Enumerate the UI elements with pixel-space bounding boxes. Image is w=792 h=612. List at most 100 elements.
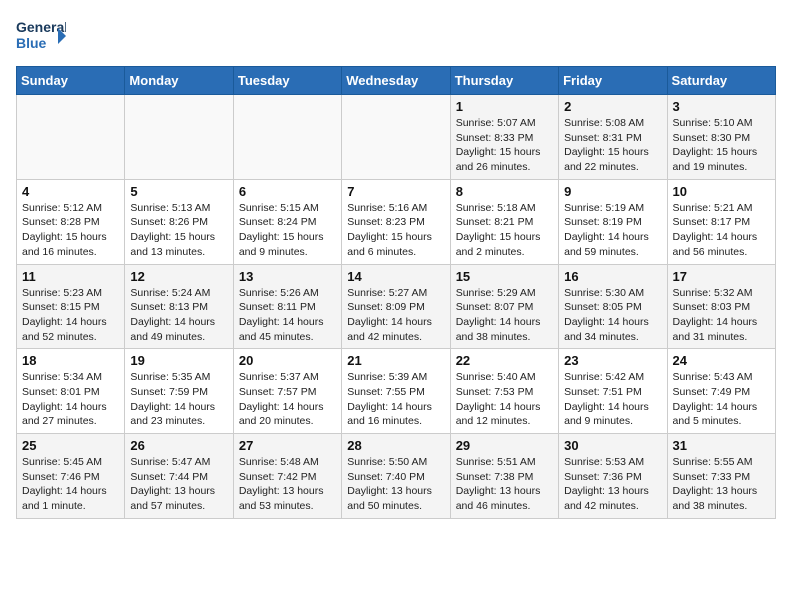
day-info: Sunrise: 5:21 AMSunset: 8:17 PMDaylight:… — [673, 201, 770, 260]
day-cell-10: 10 Sunrise: 5:21 AMSunset: 8:17 PMDayligh… — [667, 179, 775, 264]
day-number: 9 — [564, 184, 661, 199]
week-row-4: 18 Sunrise: 5:34 AMSunset: 8:01 PMDayligh… — [17, 349, 776, 434]
day-number: 4 — [22, 184, 119, 199]
day-info: Sunrise: 5:42 AMSunset: 7:51 PMDaylight:… — [564, 370, 661, 429]
day-number: 20 — [239, 353, 336, 368]
day-info: Sunrise: 5:45 AMSunset: 7:46 PMDaylight:… — [22, 455, 119, 514]
day-cell-7: 7 Sunrise: 5:16 AMSunset: 8:23 PMDaylight… — [342, 179, 450, 264]
week-row-3: 11 Sunrise: 5:23 AMSunset: 8:15 PMDayligh… — [17, 264, 776, 349]
day-info: Sunrise: 5:50 AMSunset: 7:40 PMDaylight:… — [347, 455, 444, 514]
day-cell-8: 8 Sunrise: 5:18 AMSunset: 8:21 PMDaylight… — [450, 179, 558, 264]
day-cell-18: 18 Sunrise: 5:34 AMSunset: 8:01 PMDayligh… — [17, 349, 125, 434]
week-row-2: 4 Sunrise: 5:12 AMSunset: 8:28 PMDaylight… — [17, 179, 776, 264]
day-cell-25: 25 Sunrise: 5:45 AMSunset: 7:46 PMDayligh… — [17, 434, 125, 519]
day-cell-28: 28 Sunrise: 5:50 AMSunset: 7:40 PMDayligh… — [342, 434, 450, 519]
day-info: Sunrise: 5:30 AMSunset: 8:05 PMDaylight:… — [564, 286, 661, 345]
day-info: Sunrise: 5:35 AMSunset: 7:59 PMDaylight:… — [130, 370, 227, 429]
day-info: Sunrise: 5:19 AMSunset: 8:19 PMDaylight:… — [564, 201, 661, 260]
day-cell-29: 29 Sunrise: 5:51 AMSunset: 7:38 PMDayligh… — [450, 434, 558, 519]
day-number: 2 — [564, 99, 661, 114]
day-header-wednesday: Wednesday — [342, 67, 450, 95]
day-info: Sunrise: 5:23 AMSunset: 8:15 PMDaylight:… — [22, 286, 119, 345]
day-cell-empty — [17, 95, 125, 180]
day-info: Sunrise: 5:07 AMSunset: 8:33 PMDaylight:… — [456, 116, 553, 175]
day-header-saturday: Saturday — [667, 67, 775, 95]
day-number: 25 — [22, 438, 119, 453]
day-cell-19: 19 Sunrise: 5:35 AMSunset: 7:59 PMDayligh… — [125, 349, 233, 434]
day-number: 30 — [564, 438, 661, 453]
day-number: 19 — [130, 353, 227, 368]
day-number: 1 — [456, 99, 553, 114]
day-header-tuesday: Tuesday — [233, 67, 341, 95]
day-info: Sunrise: 5:32 AMSunset: 8:03 PMDaylight:… — [673, 286, 770, 345]
day-number: 24 — [673, 353, 770, 368]
day-cell-17: 17Sunrise: 5:32 AMSunset: 8:03 PMDayligh… — [667, 264, 775, 349]
day-cell-4: 4 Sunrise: 5:12 AMSunset: 8:28 PMDaylight… — [17, 179, 125, 264]
day-number: 6 — [239, 184, 336, 199]
day-number: 5 — [130, 184, 227, 199]
day-cell-14: 14 Sunrise: 5:27 AMSunset: 8:09 PMDayligh… — [342, 264, 450, 349]
day-cell-23: 23 Sunrise: 5:42 AMSunset: 7:51 PMDayligh… — [559, 349, 667, 434]
day-header-thursday: Thursday — [450, 67, 558, 95]
day-header-friday: Friday — [559, 67, 667, 95]
day-cell-20: 20 Sunrise: 5:37 AMSunset: 7:57 PMDayligh… — [233, 349, 341, 434]
day-cell-22: 22 Sunrise: 5:40 AMSunset: 7:53 PMDayligh… — [450, 349, 558, 434]
day-info: Sunrise: 5:08 AMSunset: 8:31 PMDaylight:… — [564, 116, 661, 175]
day-cell-empty — [342, 95, 450, 180]
day-cell-13: 13 Sunrise: 5:26 AMSunset: 8:11 PMDayligh… — [233, 264, 341, 349]
day-info: Sunrise: 5:13 AMSunset: 8:26 PMDaylight:… — [130, 201, 227, 260]
day-cell-12: 12 Sunrise: 5:24 AMSunset: 8:13 PMDayligh… — [125, 264, 233, 349]
svg-text:Blue: Blue — [16, 35, 47, 51]
day-info: Sunrise: 5:37 AMSunset: 7:57 PMDaylight:… — [239, 370, 336, 429]
day-cell-30: 30 Sunrise: 5:53 AMSunset: 7:36 PMDayligh… — [559, 434, 667, 519]
day-cell-16: 16 Sunrise: 5:30 AMSunset: 8:05 PMDayligh… — [559, 264, 667, 349]
day-header-monday: Monday — [125, 67, 233, 95]
day-number: 22 — [456, 353, 553, 368]
day-number: 15 — [456, 269, 553, 284]
day-cell-1: 1 Sunrise: 5:07 AMSunset: 8:33 PMDaylight… — [450, 95, 558, 180]
day-cell-11: 11 Sunrise: 5:23 AMSunset: 8:15 PMDayligh… — [17, 264, 125, 349]
day-number: 26 — [130, 438, 227, 453]
day-info: Sunrise: 5:16 AMSunset: 8:23 PMDaylight:… — [347, 201, 444, 260]
day-cell-empty — [233, 95, 341, 180]
day-number: 21 — [347, 353, 444, 368]
day-number: 28 — [347, 438, 444, 453]
day-number: 29 — [456, 438, 553, 453]
day-number: 7 — [347, 184, 444, 199]
day-number: 27 — [239, 438, 336, 453]
day-cell-15: 15 Sunrise: 5:29 AMSunset: 8:07 PMDayligh… — [450, 264, 558, 349]
day-info: Sunrise: 5:34 AMSunset: 8:01 PMDaylight:… — [22, 370, 119, 429]
day-number: 10 — [673, 184, 770, 199]
day-info: Sunrise: 5:27 AMSunset: 8:09 PMDaylight:… — [347, 286, 444, 345]
day-number: 23 — [564, 353, 661, 368]
day-cell-31: 31 Sunrise: 5:55 AMSunset: 7:33 PMDayligh… — [667, 434, 775, 519]
day-info: Sunrise: 5:29 AMSunset: 8:07 PMDaylight:… — [456, 286, 553, 345]
day-number: 12 — [130, 269, 227, 284]
day-info: Sunrise: 5:26 AMSunset: 8:11 PMDaylight:… — [239, 286, 336, 345]
day-info: Sunrise: 5:40 AMSunset: 7:53 PMDaylight:… — [456, 370, 553, 429]
day-info: Sunrise: 5:47 AMSunset: 7:44 PMDaylight:… — [130, 455, 227, 514]
day-info: Sunrise: 5:18 AMSunset: 8:21 PMDaylight:… — [456, 201, 553, 260]
day-header-sunday: Sunday — [17, 67, 125, 95]
day-info: Sunrise: 5:15 AMSunset: 8:24 PMDaylight:… — [239, 201, 336, 260]
day-number: 13 — [239, 269, 336, 284]
week-row-1: 1 Sunrise: 5:07 AMSunset: 8:33 PMDaylight… — [17, 95, 776, 180]
day-info: Sunrise: 5:10 AMSunset: 8:30 PMDaylight:… — [673, 116, 770, 175]
day-info: Sunrise: 5:53 AMSunset: 7:36 PMDaylight:… — [564, 455, 661, 514]
day-number: 31 — [673, 438, 770, 453]
day-info: Sunrise: 5:12 AMSunset: 8:28 PMDaylight:… — [22, 201, 119, 260]
logo[interactable]: General Blue — [16, 16, 66, 58]
day-number: 16 — [564, 269, 661, 284]
day-cell-6: 6 Sunrise: 5:15 AMSunset: 8:24 PMDaylight… — [233, 179, 341, 264]
day-cell-27: 27Sunrise: 5:48 AMSunset: 7:42 PMDayligh… — [233, 434, 341, 519]
day-number: 8 — [456, 184, 553, 199]
day-number: 18 — [22, 353, 119, 368]
day-info: Sunrise: 5:24 AMSunset: 8:13 PMDaylight:… — [130, 286, 227, 345]
day-cell-9: 9 Sunrise: 5:19 AMSunset: 8:19 PMDaylight… — [559, 179, 667, 264]
day-info: Sunrise: 5:55 AMSunset: 7:33 PMDaylight:… — [673, 455, 770, 514]
day-number: 11 — [22, 269, 119, 284]
day-number: 14 — [347, 269, 444, 284]
day-cell-5: 5 Sunrise: 5:13 AMSunset: 8:26 PMDaylight… — [125, 179, 233, 264]
day-info: Sunrise: 5:51 AMSunset: 7:38 PMDaylight:… — [456, 455, 553, 514]
day-info: Sunrise: 5:43 AMSunset: 7:49 PMDaylight:… — [673, 370, 770, 429]
